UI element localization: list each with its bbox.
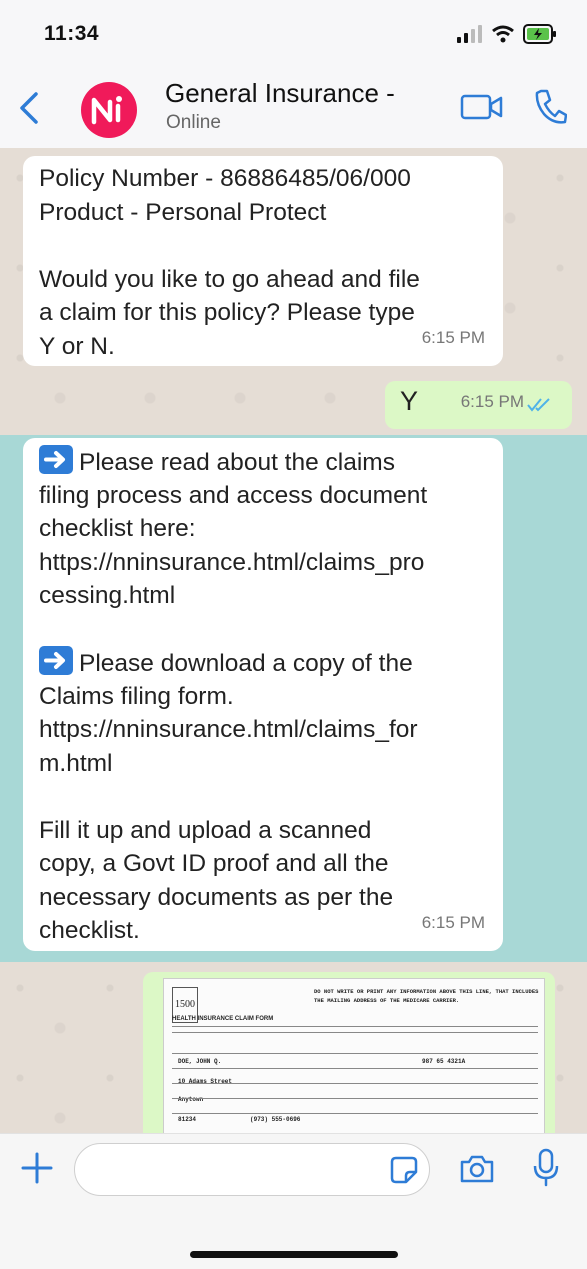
- chat-title[interactable]: General Insurance -: [165, 78, 395, 109]
- message-line: a claim for this policy? Please type: [39, 299, 415, 326]
- avatar[interactable]: [81, 82, 137, 138]
- incoming-message[interactable]: Please read about the claims filing proc…: [23, 438, 503, 951]
- message-text: Please download a copy of the: [79, 650, 413, 677]
- message-line: necessary documents as per the: [39, 883, 394, 911]
- logo-icon: [91, 96, 122, 125]
- message-line: Would you like to go ahead and file: [39, 265, 420, 293]
- message-line: filing process and access document: [39, 481, 428, 509]
- message-time: 6:15 PM: [421, 912, 485, 932]
- camera-button[interactable]: [459, 1154, 495, 1189]
- arrow-right-icon: [39, 445, 73, 474]
- status-bar: 11:34: [0, 0, 587, 70]
- message-text: Y: [400, 386, 419, 416]
- battery-icon: [523, 24, 556, 44]
- message-line: Y or N.: [39, 332, 115, 360]
- message-line: Product - Personal Protect: [39, 198, 327, 226]
- composer: [0, 1133, 587, 1269]
- claim-form-image[interactable]: 1500 HEALTH INSURANCE CLAIM FORM DO NOT …: [163, 978, 545, 1133]
- message-line: Please read about the claims: [39, 445, 487, 479]
- double-check-icon: [527, 398, 550, 412]
- message-link[interactable]: cessing.html: [39, 579, 487, 613]
- sticker-button[interactable]: [390, 1156, 418, 1189]
- message-link[interactable]: https://nninsurance.html/claims_for: [39, 713, 487, 747]
- outgoing-message[interactable]: Y 6:15 PM: [385, 381, 572, 429]
- message-time: 6:15 PM: [460, 391, 524, 411]
- message-input[interactable]: [74, 1143, 430, 1196]
- status-icons: [457, 24, 557, 44]
- wifi-icon: [492, 25, 514, 43]
- attach-button[interactable]: [20, 1151, 54, 1190]
- chat-header: General Insurance - Online: [0, 70, 587, 148]
- back-button[interactable]: [12, 88, 46, 128]
- outgoing-image-message[interactable]: 1500 HEALTH INSURANCE CLAIM FORM DO NOT …: [143, 972, 555, 1133]
- incoming-message[interactable]: Policy Number - 86886485/06/000 Product …: [23, 156, 503, 366]
- message-line: Policy Number - 86886485/06/000: [39, 165, 411, 192]
- message-time: 6:15 PM: [421, 327, 485, 347]
- video-call-button[interactable]: [460, 92, 504, 127]
- voice-message-button[interactable]: [532, 1148, 560, 1193]
- message-text: Please read about the claims: [79, 449, 395, 476]
- chat-status: Online: [166, 112, 221, 133]
- home-indicator: [190, 1251, 398, 1258]
- back-icon: [20, 92, 38, 124]
- camera-icon: [460, 1155, 494, 1183]
- plus-icon: [21, 1152, 53, 1184]
- mic-icon: [533, 1148, 559, 1187]
- signal-icon: [457, 25, 482, 43]
- message-line: checklist here:: [39, 515, 196, 542]
- message-link[interactable]: m.html: [39, 747, 487, 781]
- message-line: copy, a Govt ID proof and all the: [39, 850, 389, 877]
- message-line: checklist.: [39, 917, 140, 944]
- form-notice: DO NOT WRITE OR PRINT ANY INFORMATION AB…: [314, 988, 539, 1004]
- video-icon: [460, 94, 503, 120]
- phone-icon: [535, 89, 568, 124]
- message-line: Claims filing form.: [39, 682, 234, 710]
- status-time: 11:34: [44, 22, 100, 45]
- message-link[interactable]: https://nninsurance.html/claims_pro: [39, 546, 487, 580]
- voice-call-button[interactable]: [533, 88, 568, 131]
- arrow-right-icon: [39, 646, 73, 675]
- sticker-icon: [390, 1156, 418, 1184]
- chat-area[interactable]: Policy Number - 86886485/06/000 Product …: [0, 148, 587, 1133]
- message-line: Please download a copy of the: [39, 646, 487, 680]
- message-line: Fill it up and upload a scanned: [39, 816, 372, 844]
